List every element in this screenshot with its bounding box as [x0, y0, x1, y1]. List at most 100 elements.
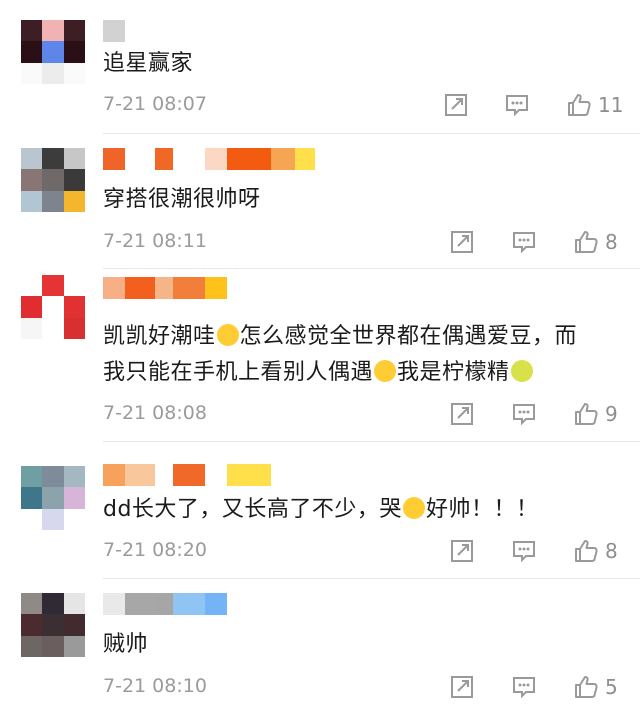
avatar[interactable]	[21, 466, 85, 530]
reply-button[interactable]	[511, 537, 537, 565]
thumbs-up-icon	[575, 403, 598, 425]
avatar-tile	[63, 317, 85, 339]
reply-button[interactable]	[511, 673, 537, 701]
thumbs-up-icon	[575, 231, 598, 253]
avatar-tile	[63, 20, 85, 42]
username-blur-block	[205, 593, 227, 615]
username-blur-block	[295, 148, 315, 170]
comment-text-part: 我是柠檬精	[397, 360, 510, 385]
username-blur-block	[173, 464, 205, 486]
like-count: 8	[605, 539, 618, 563]
comment-meta: 7-21 08:10 5	[103, 673, 633, 701]
comment-text-part: 我只能在手机上看别人偶遇	[103, 360, 374, 385]
avatar-tile	[42, 148, 64, 170]
share-button[interactable]	[449, 673, 475, 701]
comment-text-part: dd长大了，又长高了不少，哭	[103, 497, 402, 522]
comment-icon	[513, 677, 535, 699]
comment-icon	[513, 404, 535, 426]
crying-emoji-icon	[374, 360, 397, 382]
comment-text: 追星赢家	[103, 51, 194, 76]
avatar-tile	[21, 20, 43, 42]
avatar-tile	[42, 508, 64, 530]
comment-meta: 7-21 08:11 8	[103, 228, 633, 256]
like-button[interactable]: 5	[573, 673, 618, 701]
avatar-tile	[42, 296, 64, 318]
avatar[interactable]	[21, 148, 85, 212]
avatar-tile	[42, 466, 64, 488]
username-blur-block	[173, 277, 205, 299]
thumbs-up-icon	[568, 94, 591, 116]
avatar-tile	[63, 487, 85, 509]
comment-icon	[513, 232, 535, 254]
avatar-tile	[21, 62, 43, 84]
share-button[interactable]	[449, 537, 475, 565]
username-blur-block	[155, 277, 173, 299]
comment-icon	[506, 95, 528, 117]
avatar-tile	[21, 635, 43, 657]
username-blur-block	[173, 593, 205, 615]
username[interactable]	[103, 464, 271, 486]
avatar-tile	[21, 614, 43, 636]
like-button[interactable]: 11	[566, 91, 623, 119]
username-blur-block	[155, 148, 173, 170]
comment-text: dd长大了，又长高了不少，哭 好帅！！！	[103, 492, 623, 528]
share-button[interactable]	[449, 400, 475, 428]
reply-button[interactable]	[504, 91, 530, 119]
avatar[interactable]	[21, 20, 85, 84]
like-button[interactable]: 8	[573, 537, 618, 565]
share-icon	[451, 403, 473, 425]
avatar-tile	[21, 317, 43, 339]
avatar-tile	[63, 466, 85, 488]
avatar-tile	[63, 169, 85, 191]
thumbs-up-icon	[575, 540, 598, 562]
share-icon	[451, 540, 473, 562]
comment-text: 穿搭很潮很帅呀	[103, 187, 261, 212]
avatar-tile	[21, 593, 43, 615]
avatar-tile	[42, 62, 64, 84]
share-button[interactable]	[443, 91, 469, 119]
reply-button[interactable]	[511, 228, 537, 256]
divider	[103, 133, 640, 134]
username-blur-block	[173, 148, 205, 170]
avatar[interactable]	[21, 275, 85, 339]
comment-text: 凯凯好潮哇 怎么感觉全世界都在偶遇爱豆，而 我只能在手机上看别人偶遇 我是柠檬精	[103, 319, 623, 391]
comment-text-part: 怎么感觉全世界都在偶遇爱豆，而	[239, 324, 578, 349]
avatar-tile	[42, 169, 64, 191]
share-button[interactable]	[449, 228, 475, 256]
avatar-tile	[42, 190, 64, 212]
avatar-tile	[21, 487, 43, 509]
avatar[interactable]	[21, 593, 85, 657]
avatar-tile	[63, 593, 85, 615]
like-count: 5	[605, 675, 618, 699]
avatar-tile	[42, 487, 64, 509]
avatar-tile	[63, 296, 85, 318]
like-count: 8	[605, 230, 618, 254]
username-blur-block	[227, 464, 271, 486]
comment-text-part: 好帅！！！	[425, 497, 539, 522]
share-icon	[445, 94, 467, 116]
like-count: 11	[598, 93, 624, 117]
like-count: 9	[605, 402, 618, 426]
username[interactable]	[103, 148, 315, 170]
avatar-tile	[63, 41, 85, 63]
username-blur-block	[205, 464, 227, 486]
username-blur-block	[155, 464, 173, 486]
username[interactable]	[103, 593, 227, 615]
username-blur-block	[125, 464, 155, 486]
like-button[interactable]: 9	[573, 400, 618, 428]
divider	[103, 268, 640, 269]
crying-emoji-icon	[402, 497, 425, 519]
avatar-tile	[21, 169, 43, 191]
comment-text-part: 凯凯好潮哇	[103, 324, 216, 349]
avatar-tile	[42, 41, 64, 63]
comment-meta: 7-21 08:20 8	[103, 537, 633, 565]
username-blur-block	[103, 464, 125, 486]
username[interactable]	[103, 20, 125, 42]
share-icon	[451, 231, 473, 253]
reply-button[interactable]	[511, 400, 537, 428]
timestamp: 7-21 08:10	[103, 675, 207, 697]
avatar-tile	[42, 317, 64, 339]
timestamp: 7-21 08:11	[103, 230, 207, 252]
like-button[interactable]: 8	[573, 228, 618, 256]
username[interactable]	[103, 277, 227, 299]
